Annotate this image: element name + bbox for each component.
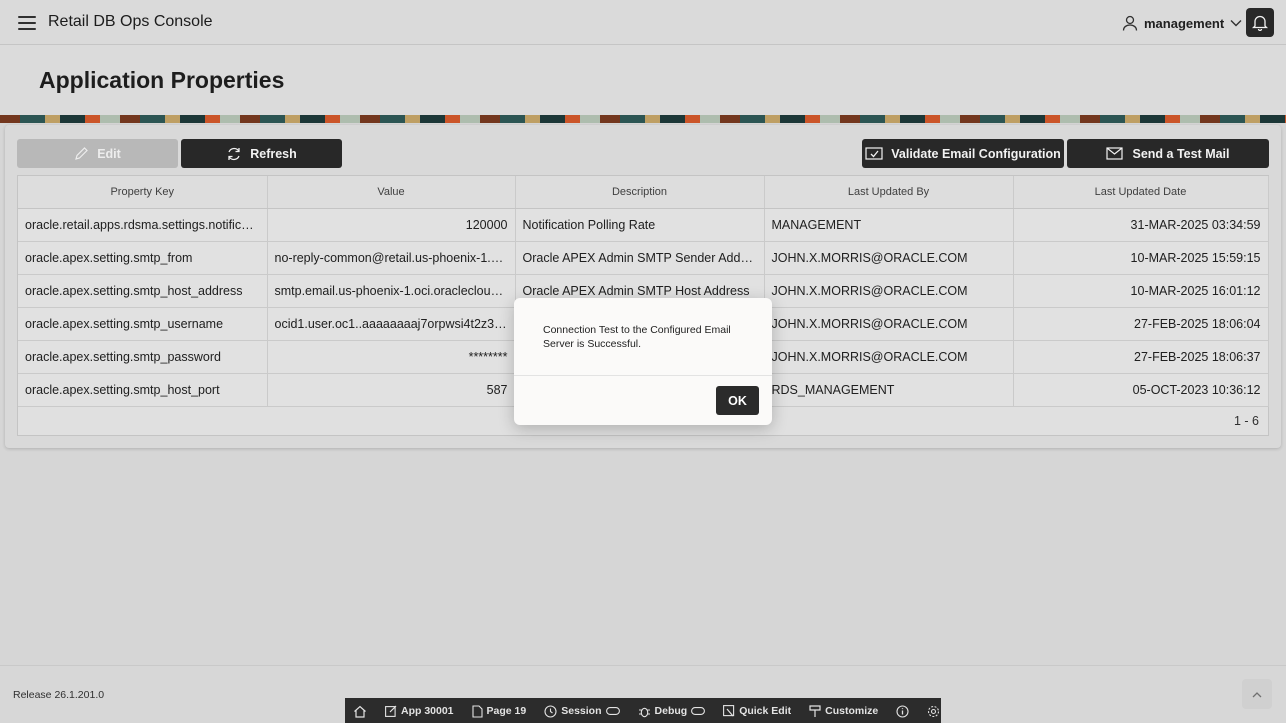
alert-dialog: Connection Test to the Configured Email … [514, 298, 772, 425]
dialog-divider [514, 375, 772, 376]
ok-button[interactable]: OK [716, 386, 759, 415]
dialog-message: Connection Test to the Configured Email … [543, 324, 731, 350]
